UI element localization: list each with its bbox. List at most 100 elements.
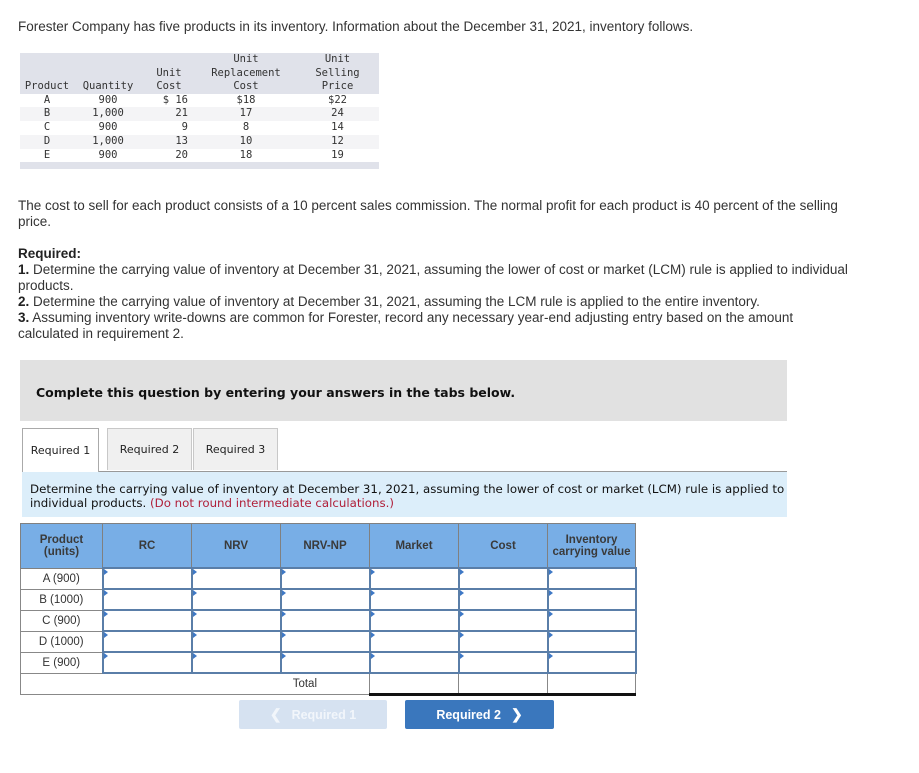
cost-input-cell[interactable] (457, 630, 549, 653)
market-input-cell[interactable] (368, 567, 460, 590)
instructions-banner: Complete this question by entering your … (20, 360, 787, 421)
nrv-input-cell[interactable] (190, 588, 282, 611)
quantity-cell: 900 (98, 121, 118, 134)
total-cost-input[interactable] (458, 672, 548, 696)
nrv-np-input[interactable] (281, 632, 369, 650)
market-input[interactable] (370, 611, 458, 629)
cost-input[interactable] (459, 569, 547, 587)
market-input[interactable] (370, 632, 458, 650)
rc-input-cell[interactable] (101, 588, 193, 611)
rc-input-cell[interactable] (101, 651, 193, 674)
total-carrying-value-input[interactable] (547, 672, 636, 696)
nrv-np-input-cell[interactable] (279, 567, 371, 590)
cost-input[interactable] (459, 653, 547, 671)
nrv-np-input-cell[interactable] (279, 651, 371, 674)
rc-input[interactable] (103, 590, 191, 608)
cost-input-cell[interactable] (457, 567, 549, 590)
nrv-input-cell[interactable] (190, 630, 282, 653)
nrv-np-input[interactable] (281, 611, 369, 629)
market-input-cell[interactable] (368, 609, 460, 632)
product-cell: E (43, 148, 51, 161)
carrying-value-input[interactable] (548, 590, 635, 608)
rounding-note: (Do not round intermediate calculations.… (150, 496, 394, 510)
carrying-value-input[interactable] (548, 569, 635, 587)
nrv-np-input-cell[interactable] (279, 630, 371, 653)
rc-input-cell[interactable] (101, 567, 193, 590)
cost-input-cell[interactable] (457, 588, 549, 611)
nrv-np-input-cell[interactable] (279, 609, 371, 632)
total-market-field[interactable] (370, 674, 458, 692)
carrying-value-input-cell[interactable] (546, 630, 637, 653)
rc-input[interactable] (103, 569, 191, 587)
replacement-cost-cell: 10 (239, 134, 253, 147)
cost-input[interactable] (459, 611, 547, 629)
product-cell: C (43, 121, 51, 134)
total-market-input[interactable] (369, 672, 459, 696)
chevron-right-icon: ❯ (510, 706, 523, 722)
total-row: Total (20, 672, 636, 696)
cost-input[interactable] (459, 590, 547, 608)
quantity-cell: 900 (98, 148, 118, 161)
unit-cost-cell: 20 (175, 148, 188, 161)
product-units-label: D (1000) (20, 630, 103, 653)
prev-button[interactable]: ❮ Required 1 (239, 700, 387, 729)
nrv-input[interactable] (192, 590, 280, 608)
nrv-input[interactable] (192, 653, 280, 671)
tab-required-3[interactable]: Required 3 (193, 428, 278, 470)
product-cell: B (43, 107, 51, 120)
next-button[interactable]: Required 2 ❯ (405, 700, 554, 729)
inventory-row: A 900 $ 16 $18 $22 (20, 93, 379, 108)
product-units-label: E (900) (20, 651, 103, 674)
market-input-cell[interactable] (368, 588, 460, 611)
nrv-input-cell[interactable] (190, 567, 282, 590)
col-nrv: NRV (191, 523, 281, 569)
tab-required-1[interactable]: Required 1 (22, 428, 99, 472)
header-unit-cost: Unit Cost (156, 66, 182, 93)
cost-paragraph: The cost to sell for each product consis… (18, 198, 838, 229)
cost-input[interactable] (459, 632, 547, 650)
carrying-value-input-cell[interactable] (546, 609, 637, 632)
rc-input[interactable] (103, 611, 191, 629)
carrying-value-input[interactable] (548, 653, 635, 671)
nrv-np-input[interactable] (281, 569, 369, 587)
total-carrying-value-field[interactable] (548, 674, 635, 692)
carrying-value-input[interactable] (548, 611, 635, 629)
required-section: Required: 1. Determine the carrying valu… (18, 246, 848, 342)
nrv-np-input[interactable] (281, 653, 369, 671)
nrv-input[interactable] (192, 632, 280, 650)
tab-required-2[interactable]: Required 2 (107, 428, 192, 470)
market-input[interactable] (370, 590, 458, 608)
chevron-left-icon: ❮ (269, 706, 282, 722)
carrying-value-input-cell[interactable] (546, 588, 637, 611)
col-rc: RC (102, 523, 192, 569)
nrv-np-input[interactable] (281, 590, 369, 608)
market-input-cell[interactable] (368, 651, 460, 674)
cost-input-cell[interactable] (457, 651, 549, 674)
header-quantity: Quantity (82, 80, 134, 92)
header-product: Product (24, 80, 70, 92)
market-input-cell[interactable] (368, 630, 460, 653)
cost-input-cell[interactable] (457, 609, 549, 632)
answer-row: E (900) (20, 651, 637, 674)
selling-price-cell: 24 (331, 107, 344, 120)
quantity-cell: 1,000 (92, 134, 124, 147)
rc-input[interactable] (103, 632, 191, 650)
nrv-input-cell[interactable] (190, 651, 282, 674)
selling-price-cell: 12 (331, 134, 344, 147)
rc-input-cell[interactable] (101, 630, 193, 653)
rc-input-cell[interactable] (101, 609, 193, 632)
nrv-np-input-cell[interactable] (279, 588, 371, 611)
market-input[interactable] (370, 569, 458, 587)
rc-input[interactable] (103, 653, 191, 671)
carrying-value-input-cell[interactable] (546, 651, 637, 674)
nrv-input[interactable] (192, 569, 280, 587)
nrv-input-cell[interactable] (190, 609, 282, 632)
carrying-value-input[interactable] (548, 632, 635, 650)
carrying-value-input-cell[interactable] (546, 567, 637, 590)
product-cell: A (43, 93, 51, 106)
total-cost-field[interactable] (459, 674, 547, 692)
market-input[interactable] (370, 653, 458, 671)
col-product-units: Product (units) (20, 523, 103, 569)
nrv-input[interactable] (192, 611, 280, 629)
answer-row: A (900) (20, 567, 637, 590)
